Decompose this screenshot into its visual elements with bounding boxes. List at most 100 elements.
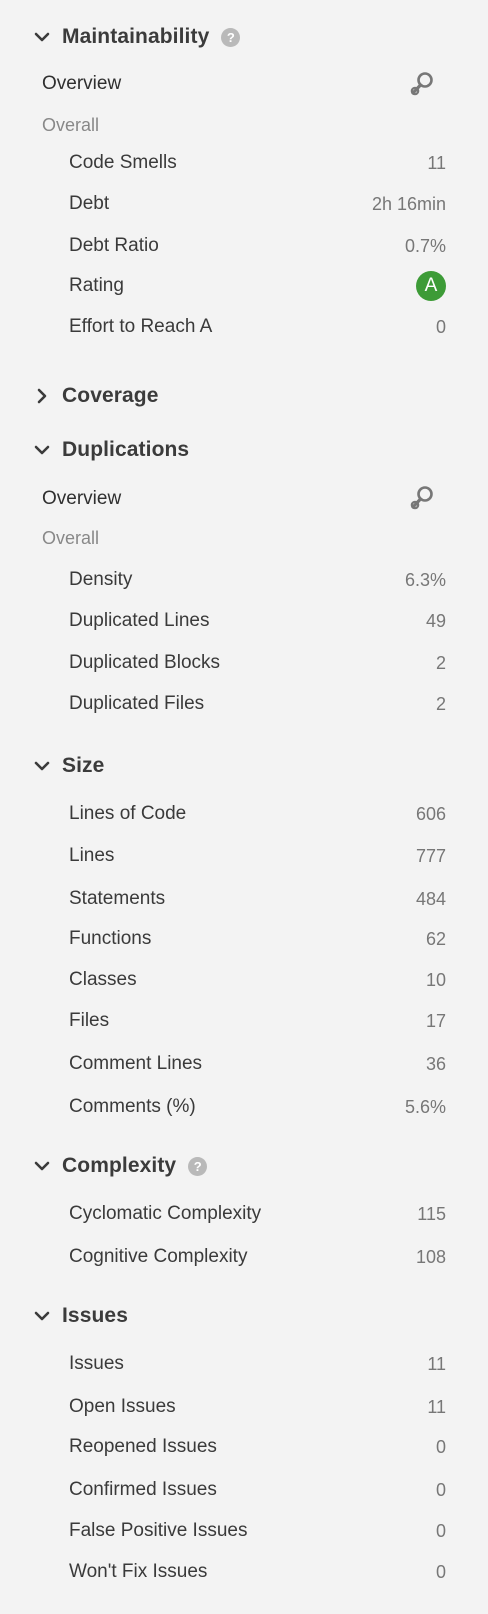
metric-row-wont-fix-issues[interactable]: Won't Fix Issues 0 — [42, 1554, 446, 1590]
metric-row-comment-lines[interactable]: Comment Lines 36 — [42, 1046, 446, 1082]
metric-row-issues[interactable]: Issues 11 — [42, 1346, 446, 1382]
metric-row-statements[interactable]: Statements 484 — [42, 881, 446, 917]
section-title: Duplications — [62, 438, 190, 461]
metric-row-false-positive-issues[interactable]: False Positive Issues 0 — [42, 1513, 446, 1549]
metric-row-comments-percent[interactable]: Comments (%) 5.6% — [42, 1089, 446, 1125]
section-title: Coverage — [62, 384, 159, 407]
chevron-down-icon — [34, 761, 50, 771]
metric-value: 484 — [415, 888, 446, 909]
section-header-coverage[interactable]: Coverage — [32, 380, 159, 412]
metric-row-open-issues[interactable]: Open Issues 11 — [42, 1389, 446, 1425]
metric-value: 777 — [415, 845, 446, 866]
section-title: Issues — [62, 1304, 128, 1327]
metric-row-debt-ratio[interactable]: Debt Ratio 0.7% — [42, 228, 446, 264]
metric-value: 11 — [427, 1396, 446, 1417]
section-header-issues[interactable]: Issues — [32, 1300, 128, 1332]
metric-value: 2 — [435, 693, 446, 714]
metric-row-cyclomatic-complexity[interactable]: Cyclomatic Complexity 115 — [42, 1196, 446, 1232]
metric-value: 10 — [425, 969, 446, 990]
metric-value: 11 — [427, 152, 446, 173]
metric-row-confirmed-issues[interactable]: Confirmed Issues 0 — [42, 1472, 446, 1508]
metric-row-effort[interactable]: Effort to Reach A 0 — [42, 309, 446, 345]
section-title: Size — [62, 754, 105, 777]
metric-label: Density — [69, 569, 133, 590]
chevron-down-icon — [34, 32, 50, 42]
help-icon[interactable]: ? — [221, 27, 241, 47]
section-header-size[interactable]: Size — [32, 750, 104, 782]
metric-label: Statements — [69, 888, 166, 909]
metric-label: Issues — [69, 1353, 124, 1374]
metric-row-debt[interactable]: Debt 2h 16min — [42, 186, 446, 222]
chevron-down-icon — [34, 1161, 50, 1171]
metric-row-functions[interactable]: Functions 62 — [42, 921, 446, 957]
overall-label: Overall — [42, 528, 100, 548]
metric-label: Won't Fix Issues — [69, 1561, 208, 1582]
metric-row-reopened-issues[interactable]: Reopened Issues 0 — [42, 1429, 446, 1465]
section-header-complexity[interactable]: Complexity ? — [32, 1150, 208, 1182]
overall-label: Overall — [42, 115, 100, 135]
section-title: Maintainability — [62, 25, 210, 48]
metric-value: 108 — [415, 1246, 446, 1267]
rating-badge: A — [416, 271, 446, 301]
metric-value: 2h 16min — [371, 193, 446, 214]
metric-label: Lines — [69, 845, 115, 866]
chevron-down-icon — [34, 1311, 50, 1321]
metric-label: False Positive Issues — [69, 1520, 248, 1541]
metric-label: Duplicated Blocks — [69, 652, 221, 673]
metric-value: 36 — [425, 1053, 446, 1074]
metric-value: 0 — [435, 1520, 446, 1541]
metric-value: 62 — [425, 928, 446, 949]
metric-label: Open Issues — [69, 1396, 176, 1417]
metric-value: 0 — [435, 1436, 446, 1457]
section-title: Complexity — [62, 1154, 177, 1177]
metric-value: 2 — [435, 652, 446, 673]
metric-row-duplicated-files[interactable]: Duplicated Files 2 — [42, 686, 446, 722]
metric-row-lines-of-code[interactable]: Lines of Code 606 — [42, 796, 446, 832]
metric-value: 49 — [425, 610, 446, 631]
metric-row-duplicated-lines[interactable]: Duplicated Lines 49 — [42, 603, 446, 639]
section-header-maintainability[interactable]: Maintainability ? — [32, 21, 241, 53]
chevron-right-icon — [37, 388, 47, 404]
metric-value: 0 — [435, 316, 446, 337]
metric-label: Comment Lines — [69, 1053, 203, 1074]
section-header-duplications[interactable]: Duplications — [32, 434, 189, 466]
metric-value: 6.3% — [404, 569, 446, 590]
magnifier-icon[interactable] — [408, 70, 436, 98]
overview-link-maintainability[interactable]: Overview — [42, 73, 121, 95]
metric-row-classes[interactable]: Classes 10 — [42, 962, 446, 998]
metric-value: 17 — [425, 1010, 446, 1031]
overview-link-duplications[interactable]: Overview — [42, 488, 121, 510]
metric-value: 0.7% — [404, 235, 446, 256]
metric-label: Duplicated Lines — [69, 610, 210, 631]
metric-value: 606 — [415, 803, 446, 824]
help-icon[interactable]: ? — [188, 1156, 208, 1176]
metric-row-duplicated-blocks[interactable]: Duplicated Blocks 2 — [42, 645, 446, 681]
metric-label: Duplicated Files — [69, 693, 205, 714]
metric-label: Effort to Reach A — [69, 316, 213, 337]
metric-label: Functions — [69, 928, 152, 949]
metric-value: 0 — [435, 1561, 446, 1582]
metric-value: 11 — [427, 1353, 446, 1374]
metric-label: Debt — [69, 193, 110, 214]
metric-row-density[interactable]: Density 6.3% — [42, 562, 446, 598]
metric-label: Reopened Issues — [69, 1436, 217, 1457]
metric-value: 0 — [435, 1479, 446, 1500]
metric-row-lines[interactable]: Lines 777 — [42, 838, 446, 874]
metric-row-files[interactable]: Files 17 — [42, 1003, 446, 1039]
metric-row-rating[interactable]: Rating A — [42, 268, 446, 304]
metric-label: Confirmed Issues — [69, 1479, 217, 1500]
metric-label: Classes — [69, 969, 137, 990]
metric-label: Code Smells — [69, 152, 177, 173]
metric-label: Rating — [69, 275, 124, 296]
metric-label: Comments (%) — [69, 1096, 196, 1117]
metric-label: Debt Ratio — [69, 235, 159, 256]
metric-label: Cyclomatic Complexity — [69, 1203, 262, 1224]
metric-label: Lines of Code — [69, 803, 187, 824]
metric-value: 115 — [417, 1203, 446, 1224]
chevron-down-icon — [34, 445, 50, 455]
magnifier-icon[interactable] — [408, 484, 436, 512]
metric-label: Files — [69, 1010, 110, 1031]
metric-row-cognitive-complexity[interactable]: Cognitive Complexity 108 — [42, 1239, 446, 1275]
metric-row-code-smells[interactable]: Code Smells 11 — [42, 145, 446, 181]
metric-label: Cognitive Complexity — [69, 1246, 248, 1267]
